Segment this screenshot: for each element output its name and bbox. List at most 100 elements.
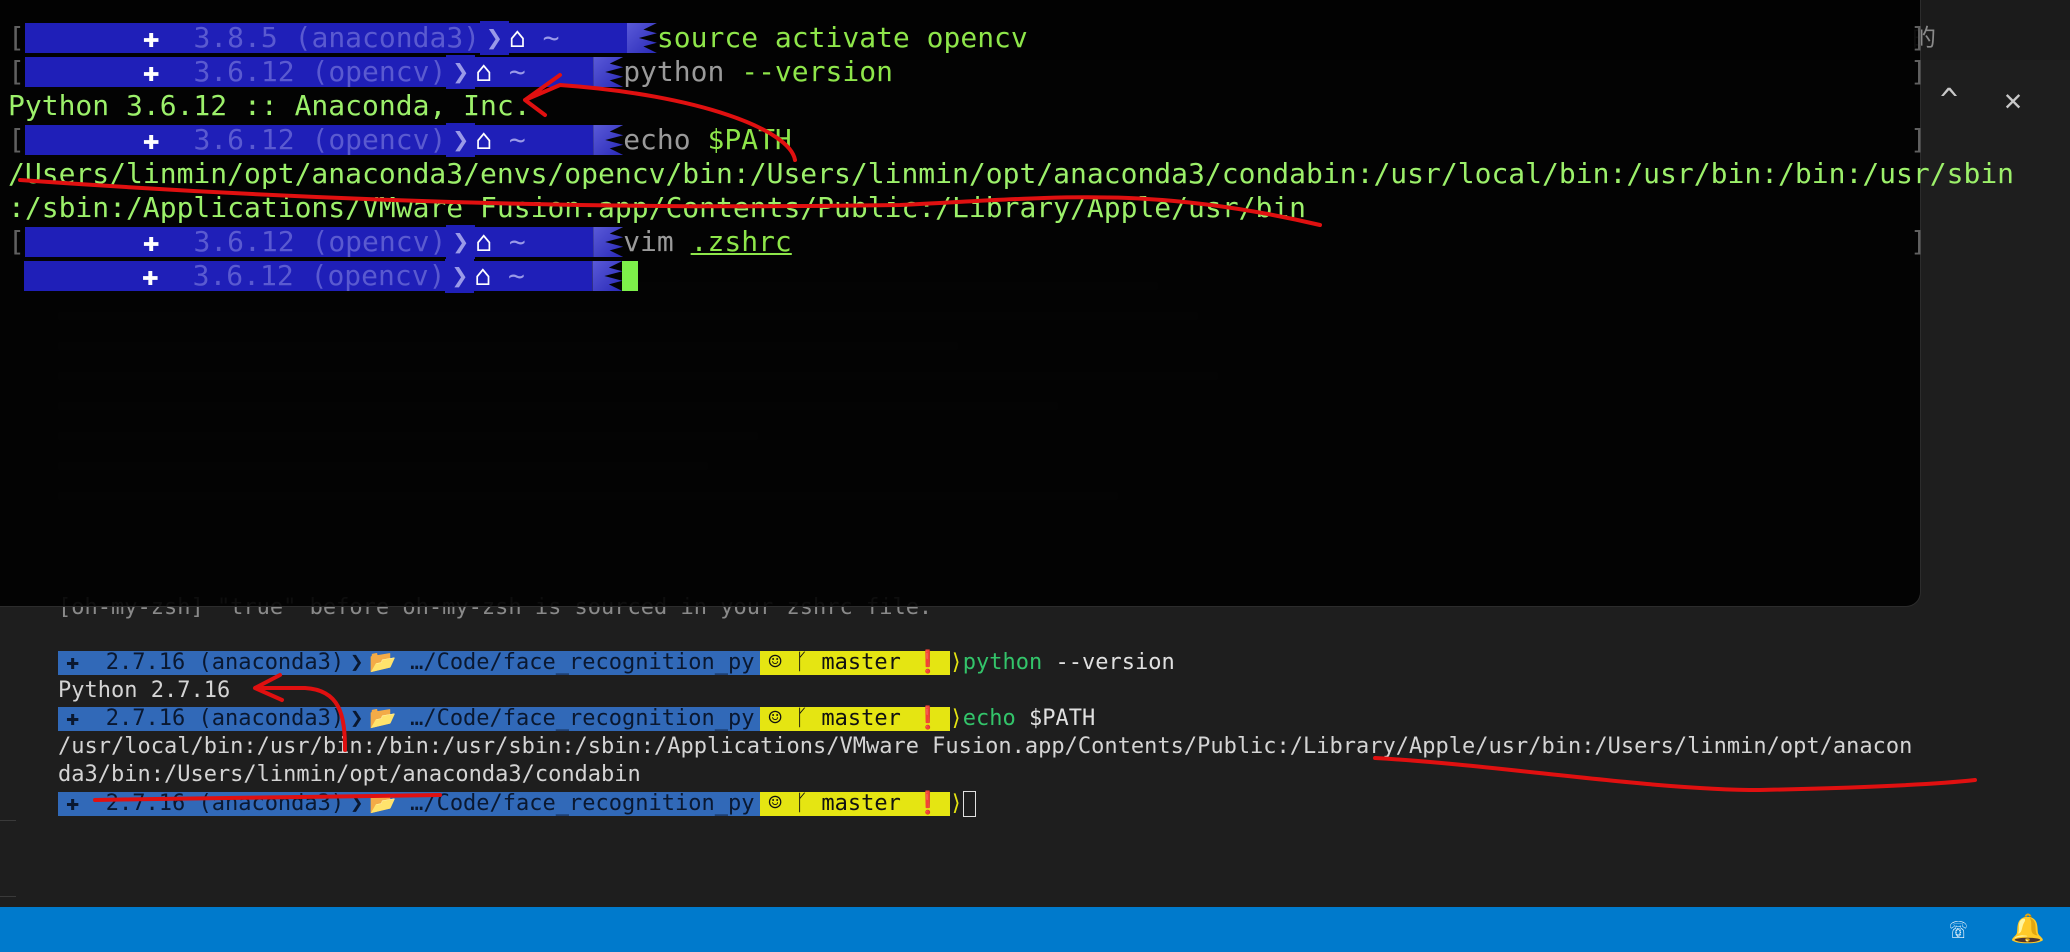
alert-icon: ❗: [914, 650, 942, 675]
chevron-icon: ❯: [350, 791, 364, 816]
python-env-segment: ✚ 2.7.16 (anaconda3) ❯ 📂 …/Code/face_recog…: [58, 650, 761, 675]
overlay-prompt-line[interactable]: ✚ 3.6.12 (opencv) ❯ ⌂ ~: [8, 259, 639, 293]
bracket-left: [: [8, 225, 25, 258]
chevron-icon: ❯: [446, 225, 476, 259]
flame-separator-icon: [593, 57, 624, 87]
command-args: --version: [1042, 650, 1175, 675]
terminal-cursor[interactable]: [962, 791, 976, 817]
python-version: 3.6.12 (opencv): [193, 55, 447, 88]
chevron-icon: ❯: [480, 21, 509, 55]
vscode-prompt-line[interactable]: ✚ 2.7.16 (anaconda3) ❯ 📂 …/Code/face_recog…: [58, 705, 1095, 733]
folder-icon: 📂: [369, 650, 397, 675]
status-bar: ☏ 🔔: [0, 907, 2070, 952]
overlay-terminal-window[interactable]: [ ✚ 3.8.5 (anaconda3) ❯ ⌂ ~ source activat…: [0, 0, 2014, 606]
tilde-icon: ~: [508, 225, 526, 258]
path-output-line: :/sbin:/Applications/VMware Fusion.app/C…: [8, 191, 1307, 224]
python-version: 2.7.16 (anaconda3): [105, 650, 345, 675]
python-version-output: Python 2.7.16: [58, 678, 231, 703]
command-text: python: [962, 650, 1043, 675]
alert-icon: ❗: [914, 706, 942, 731]
python-version: 2.7.16 (anaconda3): [105, 791, 345, 816]
command-args: $PATH: [1015, 706, 1096, 731]
overlay-prompt-line[interactable]: [ ✚ 3.6.12 (opencv) ❯ ⌂ ~ python --version: [8, 55, 893, 89]
github-icon: ☺: [768, 650, 782, 675]
overlay-prompt-line[interactable]: [ ✚ 3.8.5 (anaconda3) ❯ ⌂ ~ source activat…: [8, 21, 1028, 55]
prompt-segment: ✚ 3.6.12 (opencv) ❯ ⌂ ~: [24, 55, 594, 89]
python-env-segment: ✚ 2.7.16 (anaconda3) ❯ 📂 …/Code/face_recog…: [58, 791, 761, 816]
github-icon: ☺: [768, 791, 782, 816]
command-text: echo: [623, 123, 691, 156]
python-icon: ✚: [142, 21, 160, 54]
bracket-left: [: [8, 21, 25, 54]
alert-icon: ❗: [914, 791, 942, 816]
git-segment: ☺ ᚴ master ❗: [760, 791, 950, 816]
python-icon: ✚: [142, 259, 159, 292]
folder-path: …/Code/face_recognition_py: [410, 791, 755, 816]
command-args: $PATH: [690, 123, 792, 156]
python-version: 3.6.12 (opencv): [193, 123, 447, 156]
branch-name: master: [821, 706, 901, 731]
branch-icon: ᚴ: [794, 706, 809, 731]
command-args: .zshrc: [690, 225, 792, 258]
bracket-right: ]: [1910, 225, 1927, 258]
home-icon: ⌂: [508, 21, 526, 54]
command-text: echo: [962, 706, 1016, 731]
path-output-line: da3/bin:/Users/linmin/opt/anaconda3/cond…: [58, 762, 641, 787]
python-version: 3.6.12 (opencv): [192, 259, 446, 292]
terminal-cursor[interactable]: [622, 261, 639, 291]
home-icon: ⌂: [475, 225, 493, 258]
flame-separator-icon: ⟩: [949, 650, 963, 675]
bracket-right: ]: [1910, 21, 1927, 54]
flame-separator-icon: [626, 23, 657, 53]
python-version: 3.8.5 (anaconda3): [193, 21, 481, 54]
bell-icon[interactable]: 🔔: [2010, 913, 2045, 945]
folder-icon: 📂: [369, 706, 397, 731]
bracket-right: ]: [1910, 55, 1927, 88]
flame-separator-icon: [593, 227, 624, 257]
sidebar-edge: [0, 820, 16, 897]
git-segment: ☺ ᚴ master ❗: [760, 650, 950, 675]
close-panel-icon[interactable]: ✕: [2004, 86, 2022, 116]
python-version: 3.6.12 (opencv): [193, 225, 447, 258]
vscode-prompt-line[interactable]: ✚ 2.7.16 (anaconda3) ❯ 📂 …/Code/face_recog…: [58, 649, 1175, 677]
bracket-left: [: [8, 123, 25, 156]
chevron-icon: ❯: [445, 259, 475, 293]
home-icon: ⌂: [474, 259, 492, 292]
home-icon: ⌂: [475, 123, 493, 156]
command-text: vim: [623, 225, 674, 258]
command-text: source activate opencv: [656, 21, 1028, 54]
command-text: python: [623, 55, 725, 88]
chevron-icon: ❯: [350, 706, 364, 731]
folder-icon: 📂: [369, 791, 397, 816]
bracket-left: [: [8, 55, 25, 88]
feedback-icon[interactable]: ☏: [1950, 913, 1967, 945]
flame-separator-icon: ⟩: [949, 706, 963, 731]
branch-name: master: [821, 650, 901, 675]
flame-separator-icon: [593, 125, 624, 155]
github-icon: ☺: [768, 706, 782, 731]
python-icon: ✚: [142, 123, 160, 156]
flame-separator-icon: ⟩: [949, 791, 963, 816]
python-env-segment: ✚ 2.7.16 (anaconda3) ❯ 📂 …/Code/face_recog…: [58, 706, 761, 731]
tilde-icon: ~: [508, 55, 526, 88]
prompt-segment: ✚ 3.6.12 (opencv) ❯ ⌂ ~: [24, 123, 594, 157]
python-version: 2.7.16 (anaconda3): [105, 706, 345, 731]
tilde-icon: ~: [508, 259, 525, 292]
vscode-prompt-line[interactable]: ✚ 2.7.16 (anaconda3) ❯ 📂 …/Code/face_recog…: [58, 790, 976, 818]
git-segment: ☺ ᚴ master ❗: [760, 706, 950, 731]
flame-separator-icon: [592, 261, 623, 291]
path-output-line: /usr/local/bin:/usr/bin:/bin:/usr/sbin:/…: [58, 734, 1913, 759]
annotation-underline-right: [1373, 756, 1977, 792]
python-icon: ✚: [66, 791, 80, 816]
folder-path: …/Code/face_recognition_py: [410, 706, 755, 731]
bracket-right: ]: [1910, 123, 1927, 156]
python-icon: ✚: [66, 706, 80, 731]
prompt-segment: ✚ 3.6.12 (opencv) ❯ ⌂ ~: [24, 259, 593, 293]
tilde-icon: ~: [508, 123, 526, 156]
chevron-icon: ❯: [446, 55, 476, 89]
branch-name: master: [821, 791, 901, 816]
maximize-panel-icon[interactable]: ^: [1940, 86, 1958, 116]
overlay-prompt-line[interactable]: [ ✚ 3.6.12 (opencv) ❯ ⌂ ~ echo $PATH: [8, 123, 792, 157]
chevron-icon: ❯: [350, 650, 364, 675]
chevron-icon: ❯: [446, 123, 476, 157]
